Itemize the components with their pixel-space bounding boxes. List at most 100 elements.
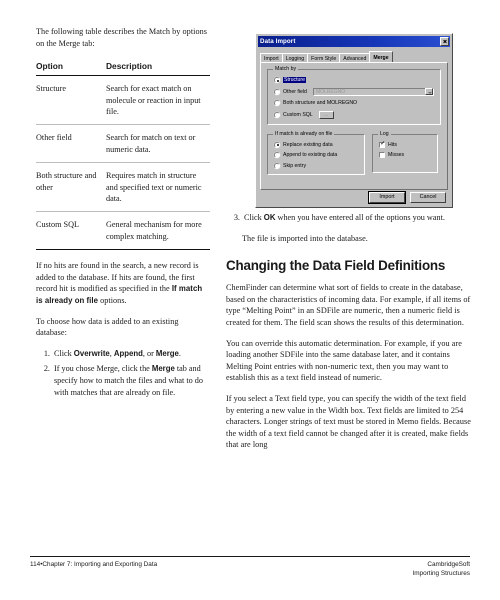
cell-option: Structure bbox=[36, 84, 67, 94]
radio-other-field-icon[interactable] bbox=[274, 88, 280, 95]
para-field-determination: ChemFinder can determine what sort of fi… bbox=[226, 283, 471, 327]
column-header-description: Description bbox=[106, 61, 153, 72]
other-field-dropdown[interactable]: MOLREGNO bbox=[312, 87, 434, 96]
if-match-groupbox: If match is already on file Replace exis… bbox=[267, 130, 365, 175]
log-group: Log Hits Misses bbox=[372, 130, 438, 175]
checkbox-hits-label: Hits bbox=[388, 141, 397, 148]
cell-option: Both structure and other bbox=[36, 171, 97, 192]
step3-ok: OK bbox=[263, 213, 276, 222]
import-button[interactable]: Import bbox=[368, 191, 406, 204]
tab-merge[interactable]: Merge bbox=[369, 51, 393, 62]
no-hits-text-b: options. bbox=[98, 296, 127, 306]
footer-left: 114•Chapter 7: Importing and Exporting D… bbox=[30, 561, 158, 568]
step3-post: when you have entered all of the options… bbox=[275, 213, 445, 222]
tab-form-style[interactable]: Form Style bbox=[307, 53, 341, 62]
radio-row-append[interactable]: Append to existing data bbox=[274, 152, 358, 158]
radio-append-icon[interactable] bbox=[274, 152, 280, 158]
close-icon[interactable] bbox=[440, 37, 449, 46]
radio-append-label: Append to existing data bbox=[283, 152, 338, 158]
step3-note: The file is imported into the database. bbox=[242, 233, 368, 243]
log-groupbox: Log Hits Misses bbox=[372, 130, 438, 173]
checkbox-row-hits[interactable]: Hits bbox=[379, 141, 431, 148]
checkbox-row-misses[interactable]: Misses bbox=[379, 152, 431, 158]
steps-list: Click Overwrite, Append, or Merge. If yo… bbox=[36, 348, 210, 398]
section-heading: Changing the Data Field Definitions bbox=[226, 258, 446, 274]
dialog-button-row: Import Cancel bbox=[368, 191, 446, 204]
footer-section: Importing Structures bbox=[412, 570, 470, 577]
chevron-down-icon[interactable] bbox=[424, 88, 433, 95]
radio-replace-label: Replace existing data bbox=[283, 141, 333, 148]
cancel-button[interactable]: Cancel bbox=[410, 192, 446, 203]
radio-custom-sql-icon[interactable] bbox=[274, 111, 280, 118]
if-match-group: If match is already on file Replace exis… bbox=[267, 130, 365, 175]
no-hits-paragraph: If no hits are found in the search, a ne… bbox=[36, 260, 210, 306]
step1-post: . bbox=[178, 348, 181, 358]
match-by-group: Match by Structure Other field MOLREGNO bbox=[267, 66, 441, 125]
match-by-options-table: Option Description Structure Search for … bbox=[36, 61, 210, 249]
radio-skip-icon[interactable] bbox=[274, 162, 280, 169]
step3-pre: Click bbox=[244, 213, 264, 222]
radio-replace-icon[interactable] bbox=[274, 141, 280, 148]
data-import-dialog[interactable]: Data Import Import Logging Form Style Ad… bbox=[255, 33, 453, 208]
cell-description: General mechanism for more complex match… bbox=[106, 220, 202, 241]
footer-publisher: CambridgeSoft bbox=[427, 561, 470, 568]
dialog-titlebar[interactable]: Data Import bbox=[258, 36, 450, 47]
tab-logging[interactable]: Logging bbox=[281, 53, 309, 62]
tab-advanced[interactable]: Advanced bbox=[339, 53, 371, 62]
table-row: Structure Search for exact match on mole… bbox=[36, 76, 210, 125]
merge-tab-panel: Match by Structure Other field MOLREGNO bbox=[260, 62, 448, 190]
other-field-dropdown-value: MOLREGNO bbox=[315, 88, 346, 95]
table-header-row: Option Description bbox=[36, 61, 210, 76]
radio-custom-sql-label: Custom SQL bbox=[283, 111, 313, 118]
dialog-title: Data Import bbox=[260, 38, 296, 45]
radio-both-icon[interactable] bbox=[274, 100, 280, 106]
match-by-legend: Match by bbox=[273, 66, 299, 72]
table-row: Other field Search for match on text or … bbox=[36, 125, 210, 163]
if-match-legend: If match is already on file bbox=[273, 130, 335, 137]
left-column: The following table describes the Match … bbox=[0, 26, 222, 554]
para-text-field-width: If you select a Text field type, you can… bbox=[226, 393, 471, 450]
para-override: You can override this automatic determin… bbox=[226, 338, 462, 383]
radio-row-structure[interactable]: Structure bbox=[274, 77, 434, 83]
intro-paragraph: The following table describes the Match … bbox=[36, 27, 207, 48]
radio-both-label: Both structure and MOLREGNO bbox=[283, 100, 358, 106]
radio-row-both[interactable]: Both structure and MOLREGNO bbox=[274, 100, 434, 106]
step2-merge-tab: Merge bbox=[151, 364, 175, 374]
radio-row-replace[interactable]: Replace existing data bbox=[274, 141, 358, 148]
steps-list-continued: Click OK when you have entered all of th… bbox=[226, 212, 472, 224]
checkbox-misses-icon[interactable] bbox=[379, 152, 385, 158]
radio-row-skip[interactable]: Skip entry bbox=[274, 162, 358, 169]
table-row: Both structure and other Requires match … bbox=[36, 163, 210, 212]
log-legend: Log bbox=[378, 130, 391, 137]
step2-pre: If you chose Merge, click the bbox=[54, 364, 152, 374]
cell-description: Requires match in structure and specifie… bbox=[106, 171, 202, 204]
options-table-wrapper: Option Description Structure Search for … bbox=[36, 61, 210, 251]
match-by-groupbox: Match by Structure Other field MOLREGNO bbox=[267, 66, 441, 125]
table-row: Custom SQL General mechanism for more co… bbox=[36, 212, 210, 249]
radio-structure-label: Structure bbox=[283, 77, 307, 83]
cell-option: Custom SQL bbox=[36, 220, 79, 230]
choose-how-paragraph: To choose how data is added to an existi… bbox=[36, 316, 179, 338]
column-header-option: Option bbox=[36, 61, 63, 72]
step1-pre: Click bbox=[54, 348, 74, 358]
radio-structure-icon[interactable] bbox=[274, 77, 280, 83]
cell-description: Search for match on text or numeric data… bbox=[106, 133, 196, 154]
radio-row-other-field[interactable]: Other field MOLREGNO bbox=[274, 87, 434, 96]
radio-other-field-label: Other field bbox=[283, 88, 307, 95]
list-item: Click Overwrite, Append, or Merge. bbox=[52, 348, 210, 360]
cell-description: Search for exact match on molecule or re… bbox=[106, 84, 201, 116]
step1-append: Append bbox=[113, 348, 143, 358]
step1-mid2: , or bbox=[142, 348, 156, 358]
cell-option: Other field bbox=[36, 133, 72, 143]
document-page: The following table describes the Match … bbox=[0, 0, 500, 600]
radio-row-custom-sql[interactable]: Custom SQL ... bbox=[274, 110, 434, 119]
custom-sql-ellipsis-button[interactable]: ... bbox=[318, 110, 334, 119]
page-footer: 114•Chapter 7: Importing and Exporting D… bbox=[30, 556, 470, 578]
list-item: If you chose Merge, click the Merge tab … bbox=[52, 363, 210, 398]
tab-import[interactable]: Import bbox=[260, 53, 283, 62]
dialog-tabstrip[interactable]: Import Logging Form Style Advanced Merge bbox=[260, 51, 450, 62]
footer-right: CambridgeSoft Importing Structures bbox=[412, 560, 470, 578]
radio-skip-label: Skip entry bbox=[283, 162, 307, 169]
checkbox-misses-label: Misses bbox=[388, 152, 405, 158]
checkbox-hits-icon[interactable] bbox=[379, 141, 385, 148]
